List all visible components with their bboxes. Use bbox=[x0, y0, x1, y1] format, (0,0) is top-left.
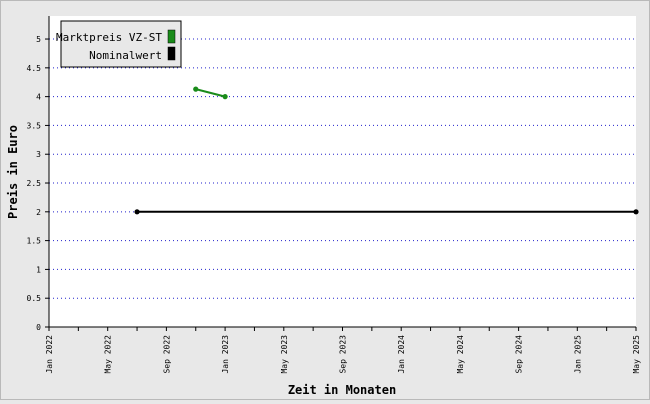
data-point bbox=[193, 86, 199, 92]
x-tick-label: Jan 2025 bbox=[573, 335, 582, 374]
x-tick-label: May 2023 bbox=[280, 335, 289, 374]
x-tick-label: Jan 2024 bbox=[397, 335, 406, 374]
y-tick-label: 4.5 bbox=[27, 64, 42, 73]
legend: Marktpreis VZ-ST Nominalwert bbox=[56, 20, 182, 68]
y-axis-title: Preis in Euro bbox=[6, 125, 20, 219]
data-point bbox=[134, 209, 140, 215]
y-tick-label: 3.5 bbox=[27, 121, 42, 130]
y-tick-label: 1 bbox=[36, 265, 41, 274]
chart-frame: 0 0.5 1 1.5 2 2.5 3 3.5 4 4.5 5 Jan 2022 May 2022 Se… bbox=[0, 0, 650, 400]
x-tick-label: Sep 2022 bbox=[162, 335, 171, 374]
y-tick-label: 2.5 bbox=[27, 179, 42, 188]
y-tick-label: 1.5 bbox=[27, 237, 42, 246]
y-tick-label: 0.5 bbox=[27, 294, 42, 303]
data-point bbox=[633, 209, 639, 215]
x-ticks: Jan 2022 May 2022 Sep 2022 Jan 2023 May 2023… bbox=[45, 327, 641, 374]
legend-swatch-marktpreis bbox=[167, 29, 176, 44]
legend-label-marktpreis: Marktpreis VZ-ST bbox=[56, 31, 162, 44]
y-tick-label: 5 bbox=[36, 35, 41, 44]
x-tick-label: May 2024 bbox=[456, 335, 465, 374]
x-tick-label: Jan 2022 bbox=[45, 335, 54, 374]
y-tick-label: 3 bbox=[36, 150, 41, 159]
data-point bbox=[222, 94, 228, 100]
y-tick-label: 0 bbox=[36, 323, 41, 332]
x-tick-label: May 2025 bbox=[632, 335, 641, 374]
y-tick-label: 4 bbox=[36, 93, 41, 102]
y-ticks: 0 0.5 1 1.5 2 2.5 3 3.5 4 4.5 5 bbox=[27, 35, 49, 332]
x-tick-label: May 2022 bbox=[104, 335, 113, 374]
x-axis-title: Zeit in Monaten bbox=[288, 383, 396, 397]
line-chart: 0 0.5 1 1.5 2 2.5 3 3.5 4 4.5 5 Jan 2022 May 2022 Se… bbox=[6, 16, 641, 397]
x-tick-label: Sep 2023 bbox=[339, 335, 348, 374]
legend-swatch-nominalwert bbox=[167, 46, 176, 61]
x-tick-label: Jan 2023 bbox=[221, 335, 230, 374]
y-tick-label: 2 bbox=[36, 208, 41, 217]
x-tick-label: Sep 2024 bbox=[515, 335, 524, 374]
legend-label-nominalwert: Nominalwert bbox=[89, 49, 162, 62]
